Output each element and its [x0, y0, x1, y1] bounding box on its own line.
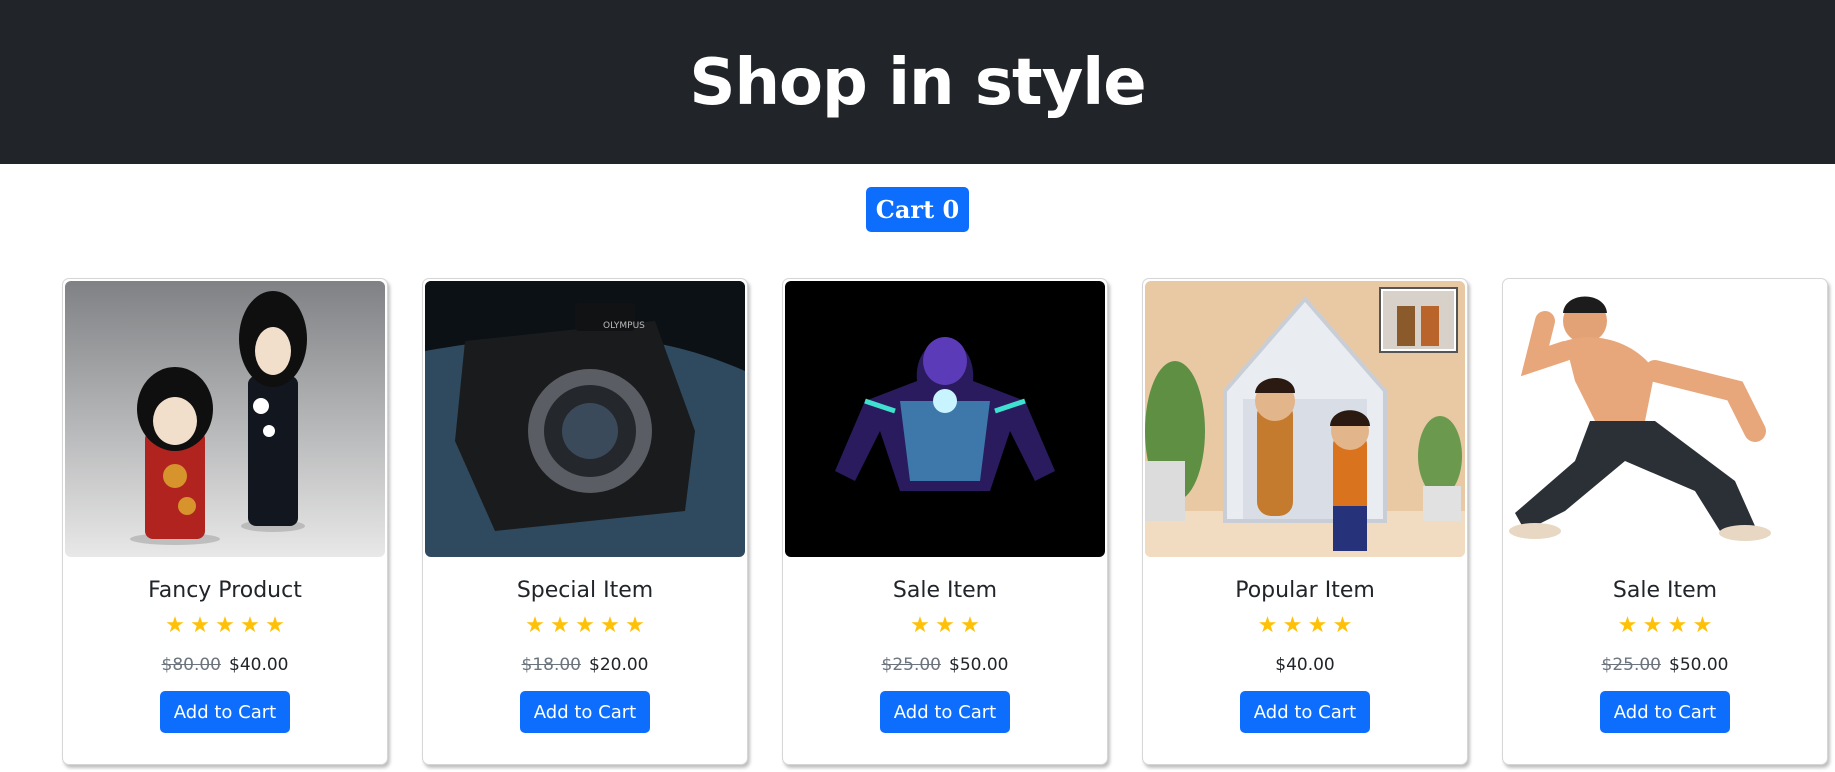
add-to-cart-button[interactable]: Add to Cart: [1599, 691, 1731, 733]
peg-dolls-house-image: [1145, 281, 1465, 557]
old-price: $80.00: [161, 655, 221, 675]
product-card-body: Popular Item ★ ★ ★ ★ $40.00 Add to Cart: [1143, 557, 1467, 762]
rating: ★ ★ ★ ★: [1257, 612, 1353, 640]
armored-hero-image: [785, 281, 1105, 557]
price: $80.00 $40.00: [162, 655, 289, 679]
product-image[interactable]: OLYMPUS: [425, 281, 745, 557]
star-icon: ★: [575, 613, 595, 638]
product-card: Sale Item ★ ★ ★ ★ $25.00 $50.00 Add to Cart: [1502, 278, 1828, 765]
product-grid: Fancy Product ★ ★ ★ ★ ★ $80.00 $40.00 Add to …: [62, 278, 1835, 772]
star-icon: ★: [1307, 613, 1328, 638]
product-title: Fancy Product: [148, 578, 302, 603]
star-icon: ★: [935, 613, 955, 638]
star-icon: ★: [1667, 613, 1688, 638]
add-to-cart-button[interactable]: Add to Cart: [159, 691, 291, 733]
rating: ★ ★ ★ ★ ★: [165, 612, 286, 640]
add-to-cart-button[interactable]: Add to Cart: [519, 691, 651, 733]
star-icon: ★: [165, 613, 185, 638]
star-icon: ★: [550, 613, 570, 638]
product-image[interactable]: [65, 281, 385, 557]
cart-button[interactable]: Cart 0: [865, 187, 970, 232]
star-icon: ★: [190, 613, 210, 638]
star-icon: ★: [1257, 613, 1278, 638]
product-card-body: Fancy Product ★ ★ ★ ★ ★ $80.00 $40.00 Add to …: [63, 557, 387, 762]
star-icon: ★: [215, 613, 235, 638]
price: $25.00 $50.00: [1602, 655, 1729, 679]
product-title: Special Item: [516, 578, 654, 603]
star-icon: ★: [960, 613, 980, 638]
star-icon: ★: [910, 613, 930, 638]
price: $25.00 $50.00: [882, 655, 1009, 679]
add-to-cart-button[interactable]: Add to Cart: [879, 691, 1011, 733]
price: $18.00 $20.00: [522, 655, 649, 679]
current-price: $40.00: [1275, 655, 1335, 675]
rating: ★ ★ ★ ★: [1617, 612, 1713, 640]
current-price: $20.00: [589, 655, 649, 675]
star-icon: ★: [1617, 613, 1638, 638]
product-card-body: Sale Item ★ ★ ★ $25.00 $50.00 Add to Cart: [783, 557, 1107, 762]
product-image[interactable]: [785, 281, 1105, 557]
current-price: $50.00: [949, 655, 1009, 675]
kokeshi-dolls-image: [65, 281, 385, 557]
star-icon: ★: [240, 613, 260, 638]
product-image[interactable]: [1145, 281, 1465, 557]
product-title: Sale Item: [1612, 578, 1718, 603]
page-title: Shop in style: [689, 46, 1146, 120]
action-figure-image: [1505, 281, 1825, 557]
current-price: $50.00: [1669, 655, 1729, 675]
product-card: Fancy Product ★ ★ ★ ★ ★ $80.00 $40.00 Add to …: [62, 278, 388, 765]
star-icon: ★: [1692, 613, 1713, 638]
product-card-body: Special Item ★ ★ ★ ★ ★ $18.00 $20.00 Add to C…: [423, 557, 747, 762]
price: $40.00: [1275, 655, 1334, 679]
star-icon: ★: [525, 613, 545, 638]
product-card-body: Sale Item ★ ★ ★ ★ $25.00 $50.00 Add to Cart: [1503, 557, 1827, 762]
rating: ★ ★ ★: [910, 612, 981, 640]
product-title: Popular Item: [1235, 578, 1375, 603]
old-price: $25.00: [881, 655, 941, 675]
current-price: $40.00: [229, 655, 289, 675]
star-icon: ★: [265, 613, 285, 638]
site-header: Shop in style: [0, 0, 1835, 164]
star-icon: ★: [1642, 613, 1663, 638]
product-title: Sale Item: [892, 578, 998, 603]
star-icon: ★: [600, 613, 620, 638]
star-icon: ★: [1332, 613, 1353, 638]
camera-image: OLYMPUS: [425, 281, 745, 557]
add-to-cart-button[interactable]: Add to Cart: [1239, 691, 1371, 733]
product-card: OLYMPUS Special Item ★ ★ ★ ★ ★ $18.00 $20.00 …: [422, 278, 748, 765]
product-image[interactable]: [1505, 281, 1825, 557]
product-card: Popular Item ★ ★ ★ ★ $40.00 Add to Cart: [1142, 278, 1468, 765]
old-price: $25.00: [1601, 655, 1661, 675]
old-price: $18.00: [521, 655, 581, 675]
rating: ★ ★ ★ ★ ★: [525, 612, 646, 640]
product-card: Sale Item ★ ★ ★ $25.00 $50.00 Add to Cart: [782, 278, 1108, 765]
star-icon: ★: [1282, 613, 1303, 638]
star-icon: ★: [625, 613, 645, 638]
cart-row: Cart 0: [0, 164, 1835, 280]
svg-text:OLYMPUS: OLYMPUS: [603, 321, 645, 331]
